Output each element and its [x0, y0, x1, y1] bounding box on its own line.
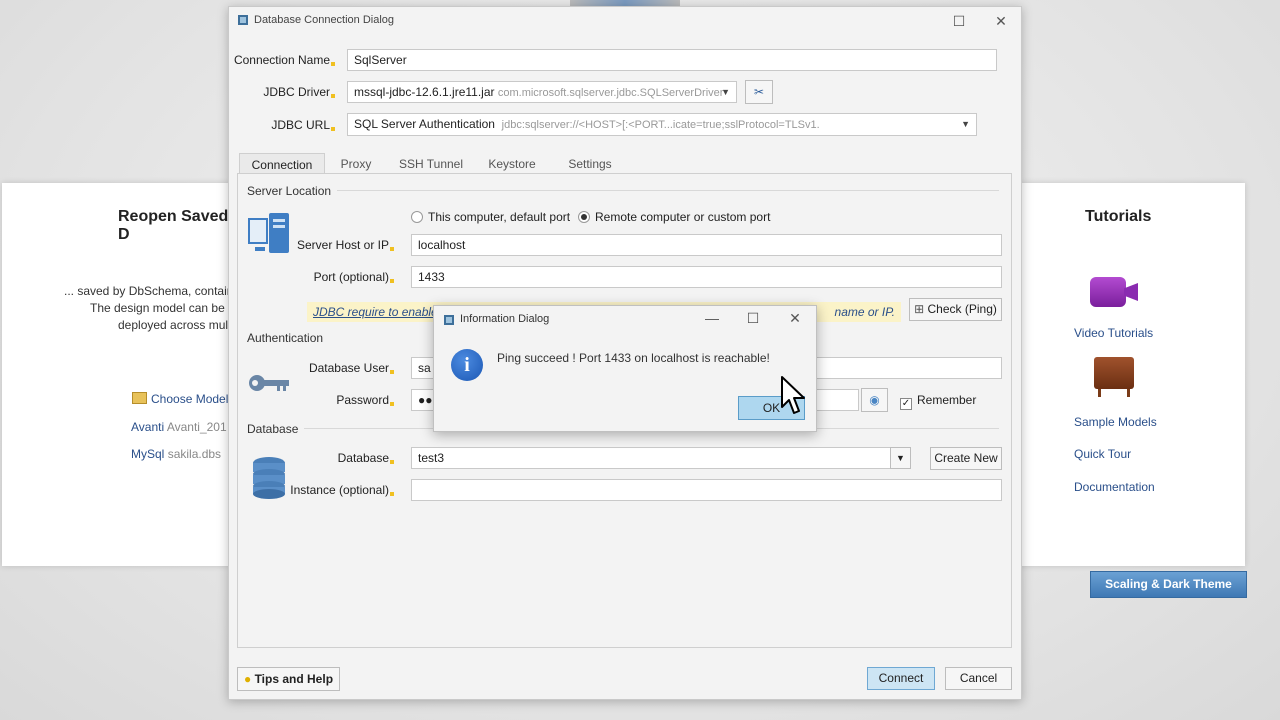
- connection-name-label: Connection Name: [229, 53, 335, 67]
- tab-proxy[interactable]: Proxy: [331, 153, 381, 175]
- reopen-saved-panel: Reopen Saved D ... saved by DbSchema, co…: [2, 183, 233, 566]
- database-dropdown[interactable]: test3: [411, 447, 891, 469]
- dbschema-app-icon: [238, 15, 248, 25]
- video-tutorials-link[interactable]: Video Tutorials: [1074, 326, 1153, 340]
- sample-models-link[interactable]: Sample Models: [1074, 415, 1157, 429]
- quick-tour-link[interactable]: Quick Tour: [1074, 447, 1131, 461]
- database-heading: Database: [247, 422, 299, 436]
- tutorials-panel: Tutorials Video Tutorials Sample Models …: [1020, 183, 1245, 566]
- instance-label: Instance (optional): [289, 483, 394, 497]
- database-label: Database: [289, 451, 394, 465]
- check-ping-button[interactable]: ⊞ Check (Ping): [909, 298, 1002, 321]
- tab-ssh-tunnel[interactable]: SSH Tunnel: [391, 153, 471, 175]
- reopen-title: Reopen Saved D: [118, 208, 229, 243]
- chevron-down-icon: ▼: [896, 453, 905, 463]
- password-label: Password: [289, 393, 394, 407]
- tab-keystore[interactable]: Keystore: [481, 153, 543, 175]
- information-dialog: Information Dialog — ☐ ✕ i Ping succeed …: [433, 305, 817, 432]
- radio-remote-circle[interactable]: [578, 211, 590, 223]
- key-icon: [249, 375, 289, 391]
- dialog-titlebar: Database Connection Dialog ☐ ✕: [229, 7, 1021, 35]
- database-cylinder-icon: [253, 457, 285, 499]
- tab-settings[interactable]: Settings: [561, 153, 619, 175]
- info-message: Ping succeed ! Port 1433 on localhost is…: [497, 351, 770, 365]
- divider: [337, 190, 999, 191]
- close-button[interactable]: ✕: [991, 11, 1011, 31]
- tutorials-title: Tutorials: [1085, 208, 1152, 225]
- instance-field[interactable]: [411, 479, 1002, 501]
- easel-legs: [1098, 389, 1130, 397]
- maximize-button[interactable]: ☐: [743, 308, 763, 328]
- connection-name-field[interactable]: SqlServer: [347, 49, 997, 71]
- tab-connection[interactable]: Connection: [239, 153, 325, 175]
- folder-icon: [132, 392, 147, 404]
- port-label: Port (optional): [289, 270, 394, 284]
- reopen-desc-3: deployed across mul: [118, 318, 229, 332]
- info-icon: i: [451, 349, 483, 381]
- port-field[interactable]: 1433: [411, 266, 1002, 288]
- recent-avanti-link[interactable]: Avanti Avanti_201: [131, 420, 227, 434]
- scaling-dark-theme-button[interactable]: Scaling & Dark Theme: [1090, 571, 1247, 598]
- jdbc-url-dropdown[interactable]: SQL Server Authentication jdbc:sqlserver…: [347, 113, 977, 136]
- jdbc-driver-label: JDBC Driver: [229, 85, 335, 99]
- server-computer-icon: [248, 213, 289, 253]
- server-host-field[interactable]: localhost: [411, 234, 1002, 256]
- cancel-button[interactable]: Cancel: [945, 667, 1012, 690]
- documentation-link[interactable]: Documentation: [1074, 480, 1155, 494]
- radio-local-circle[interactable]: [411, 211, 423, 223]
- mouse-pointer-icon: [781, 376, 805, 414]
- reopen-desc-2: The design model can be: [90, 301, 225, 315]
- database-user-label: Database User: [289, 361, 394, 375]
- chevron-down-icon: ▼: [961, 119, 970, 129]
- recent-mysql-link[interactable]: MySql sakila.dbs: [131, 447, 221, 461]
- tips-and-help-button[interactable]: ● Tips and Help: [237, 667, 340, 691]
- authentication-heading: Authentication: [247, 331, 324, 345]
- network-icon: ⊞: [914, 302, 925, 316]
- connect-button[interactable]: Connect: [867, 667, 935, 690]
- create-new-button[interactable]: Create New: [930, 447, 1002, 470]
- close-button[interactable]: ✕: [785, 308, 805, 328]
- maximize-button[interactable]: ☐: [949, 11, 969, 31]
- remember-checkbox[interactable]: ✓ Remember: [900, 393, 976, 410]
- remember-check-box[interactable]: ✓: [900, 398, 912, 410]
- dialog-app-icon: [444, 315, 454, 325]
- lightbulb-icon: ●: [243, 672, 252, 686]
- chevron-down-icon: ▼: [721, 87, 730, 97]
- choose-model-link[interactable]: Choose Model: [132, 392, 228, 406]
- video-camera-icon: [1090, 277, 1126, 307]
- radio-remote[interactable]: Remote computer or custom port: [578, 210, 770, 224]
- dialog-title: Database Connection Dialog: [254, 14, 395, 26]
- radio-local[interactable]: This computer, default port: [411, 210, 570, 224]
- easel-icon: [1094, 357, 1134, 389]
- database-dropdown-arrow[interactable]: ▼: [890, 447, 911, 469]
- driver-tools-button[interactable]: ✂: [745, 80, 773, 104]
- jdbc-driver-dropdown[interactable]: mssql-jdbc-12.6.1.jre11.jar com.microsof…: [347, 81, 737, 103]
- reopen-desc-1: ... saved by DbSchema, contain: [64, 284, 234, 298]
- server-location-heading: Server Location: [247, 184, 332, 198]
- video-camera-lens: [1124, 283, 1138, 301]
- show-password-button[interactable]: ◉: [861, 388, 888, 412]
- jdbc-url-label: JDBC URL: [229, 118, 335, 132]
- minimize-button[interactable]: —: [702, 308, 722, 328]
- server-host-label: Server Host or IP: [289, 238, 394, 252]
- eye-icon: ◉: [869, 393, 880, 407]
- tools-icon: ✂: [753, 85, 765, 99]
- info-dialog-title: Information Dialog: [460, 313, 550, 325]
